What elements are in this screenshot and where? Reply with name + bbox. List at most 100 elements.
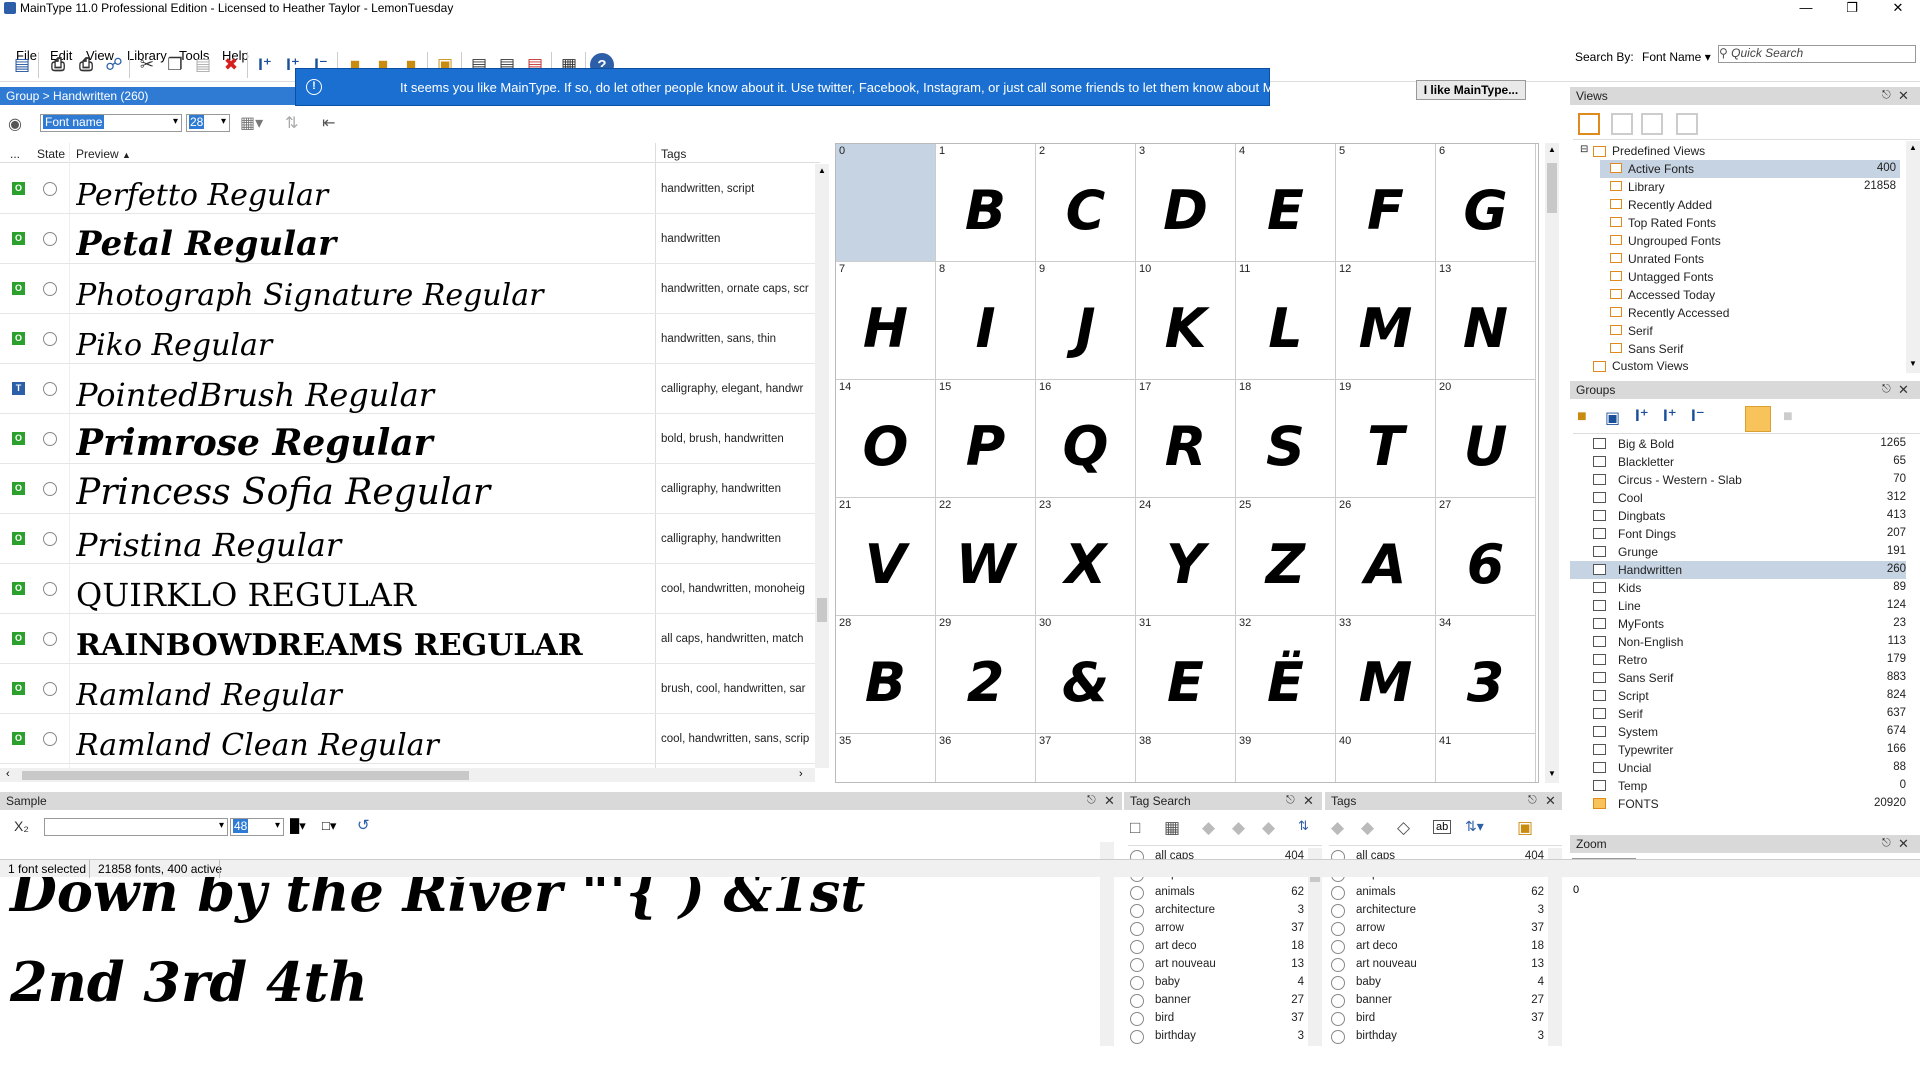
close-notification-icon[interactable]: ✕ <box>1541 79 1552 95</box>
glyph-cell[interactable]: 26 A <box>1336 498 1436 616</box>
group-item[interactable]: FONTS 20920 <box>1570 795 1906 813</box>
pin-icon[interactable]: ⎋ <box>1882 383 1891 396</box>
tag-item[interactable]: baby 4 <box>1325 974 1548 992</box>
group-item[interactable]: Temp 0 <box>1570 777 1906 795</box>
tag-checkbox[interactable] <box>1331 940 1345 954</box>
scroll-down-icon[interactable]: ▼ <box>1548 769 1556 778</box>
group-item[interactable]: Line 124 <box>1570 597 1906 615</box>
new-group-icon[interactable]: ■ <box>1577 408 1587 426</box>
preview-size-select[interactable]: 28 ▾ <box>186 114 230 132</box>
view-item[interactable]: Sans Serif <box>1600 340 1900 358</box>
glyph-cell[interactable]: 35 <box>836 734 936 782</box>
glyph-cell[interactable]: 4 E <box>1236 144 1336 262</box>
glyph-cell[interactable]: 40 <box>1336 734 1436 782</box>
grid-view-icon[interactable]: ▦▾ <box>240 113 263 133</box>
group-item[interactable]: Typewriter 166 <box>1570 741 1906 759</box>
tag-checkbox[interactable] <box>1331 922 1345 936</box>
group-item[interactable]: Grunge 191 <box>1570 543 1906 561</box>
view-item[interactable]: Serif <box>1600 322 1900 340</box>
maximize-icon[interactable]: ❐ <box>1829 0 1875 18</box>
glyph-cell[interactable]: 14 O <box>836 380 936 498</box>
font-state-toggle[interactable] <box>43 282 57 296</box>
tag-checkbox[interactable] <box>1130 994 1144 1008</box>
font-state-toggle[interactable] <box>43 532 57 546</box>
close-panel-icon[interactable]: ✕ <box>1303 793 1314 809</box>
pin-icon[interactable]: ⎋ <box>1882 89 1891 102</box>
tag-item[interactable]: animals 62 <box>1325 884 1548 902</box>
tag-filter-icon[interactable]: ◆ <box>1202 818 1215 838</box>
glyph-cell[interactable]: 10 K <box>1136 262 1236 380</box>
close-panel-icon[interactable]: ✕ <box>1898 836 1909 852</box>
tag-item[interactable]: art nouveau 13 <box>1325 956 1548 974</box>
tag-item[interactable]: birthday 3 <box>1124 1028 1308 1046</box>
group-item[interactable]: Script 824 <box>1570 687 1906 705</box>
sort-az-icon[interactable]: ⇅ <box>1298 818 1309 834</box>
paste-icon[interactable]: ▤ <box>190 52 216 78</box>
group-item[interactable]: Sans Serif 883 <box>1570 669 1906 687</box>
group-item[interactable]: Circus - Western - Slab 70 <box>1570 471 1906 489</box>
web-icon[interactable]: ☍ <box>101 52 127 78</box>
delete-icon[interactable]: ✖ <box>218 52 244 78</box>
scroll-up-icon[interactable]: ▲ <box>1909 143 1917 152</box>
fontlist-vscrollbar[interactable]: ▲ <box>815 164 829 768</box>
tag-item[interactable]: arrow 37 <box>1124 920 1308 938</box>
delete-view-icon[interactable] <box>1676 113 1698 135</box>
font-row[interactable]: O Piko Regular handwritten, sans, thin <box>0 314 815 364</box>
filter-field-select[interactable]: Font name ▾ <box>40 114 182 132</box>
copy-icon[interactable]: ❐ <box>162 52 188 78</box>
add-tag-icon[interactable]: ⇤ <box>322 113 335 133</box>
group-item[interactable]: Handwritten 260 <box>1570 561 1906 579</box>
glyph-cell[interactable]: 33 M <box>1336 616 1436 734</box>
tag-checkbox[interactable] <box>1331 994 1345 1008</box>
column-preview[interactable]: Preview ▲ <box>76 147 131 161</box>
tag-checkbox[interactable] <box>1331 1030 1345 1044</box>
group-item[interactable]: Uncial 88 <box>1570 759 1906 777</box>
glyph-cell[interactable]: 23 X <box>1036 498 1136 616</box>
view-item[interactable]: Recently Added <box>1600 196 1900 214</box>
group-item[interactable]: Cool 312 <box>1570 489 1906 507</box>
glyph-cell[interactable]: 11 L <box>1236 262 1336 380</box>
tags-vscrollbar[interactable] <box>1548 848 1562 1046</box>
font-row[interactable]: O Pristina Regular calligraphy, handwrit… <box>0 514 815 564</box>
glyph-cell[interactable]: 41 <box>1436 734 1536 782</box>
group-item[interactable]: Blackletter 65 <box>1570 453 1906 471</box>
new-folder-icon[interactable]: ▣ <box>1605 408 1620 428</box>
font-row[interactable]: T PointedBrush Regular calligraphy, eleg… <box>0 364 815 414</box>
view-item[interactable]: Recently Accessed <box>1600 304 1900 322</box>
tag-item[interactable]: art deco 18 <box>1124 938 1308 956</box>
tag-label-icon[interactable]: ◇ <box>1397 818 1410 838</box>
edit-view-icon[interactable] <box>1611 113 1633 135</box>
tag-item[interactable]: bird 37 <box>1124 1010 1308 1028</box>
glyph-cell[interactable]: 8 I <box>936 262 1036 380</box>
tag-package-icon[interactable]: ▣ <box>1517 818 1533 838</box>
glyph-cell[interactable]: 1 B <box>936 144 1036 262</box>
font-row[interactable]: O Ramland Regular brush, cool, handwritt… <box>0 664 815 714</box>
glyph-cell[interactable]: 36 <box>936 734 1036 782</box>
glyph-cell[interactable]: 6 G <box>1436 144 1536 262</box>
font-state-toggle[interactable] <box>43 682 57 696</box>
glyph-cell[interactable]: 31 E <box>1136 616 1236 734</box>
tag-checkbox[interactable] <box>1130 958 1144 972</box>
tag-checkbox[interactable] <box>1130 922 1144 936</box>
delete-group-icon[interactable]: ■ <box>1783 408 1793 426</box>
font-state-toggle[interactable] <box>43 632 57 646</box>
predefined-views-node[interactable]: Predefined Views <box>1612 144 1705 158</box>
tag-calendar-icon[interactable]: ▦ <box>1164 818 1180 838</box>
uninstall-group-icon[interactable]: I⁻ <box>1691 406 1705 426</box>
install-group-icon[interactable]: I⁺ <box>1635 406 1649 426</box>
sort-tags-icon[interactable]: ⇅▾ <box>1465 818 1484 835</box>
tag-checkbox[interactable] <box>1331 976 1345 990</box>
view-item[interactable]: Ungrouped Fonts <box>1600 232 1900 250</box>
font-row[interactable]: O RAINBOWDREAMS REGULAR all caps, handwr… <box>0 614 815 664</box>
print-preview-icon[interactable]: ⎙ <box>45 52 71 78</box>
scroll-up-icon[interactable]: ▲ <box>1548 145 1556 154</box>
new-view-icon[interactable] <box>1578 113 1600 135</box>
sort-icon[interactable]: ⇅ <box>285 113 298 133</box>
cut-icon[interactable]: ✂ <box>134 52 160 78</box>
custom-views-node[interactable]: Custom Views <box>1612 359 1688 373</box>
tag-search-vscrollbar[interactable] <box>1308 848 1322 1046</box>
scroll-right-icon[interactable]: › <box>799 768 803 780</box>
view-item[interactable]: Active Fonts 400 <box>1600 160 1900 178</box>
charmap-vscroll-thumb[interactable] <box>1547 163 1557 213</box>
group-item[interactable]: Serif 637 <box>1570 705 1906 723</box>
